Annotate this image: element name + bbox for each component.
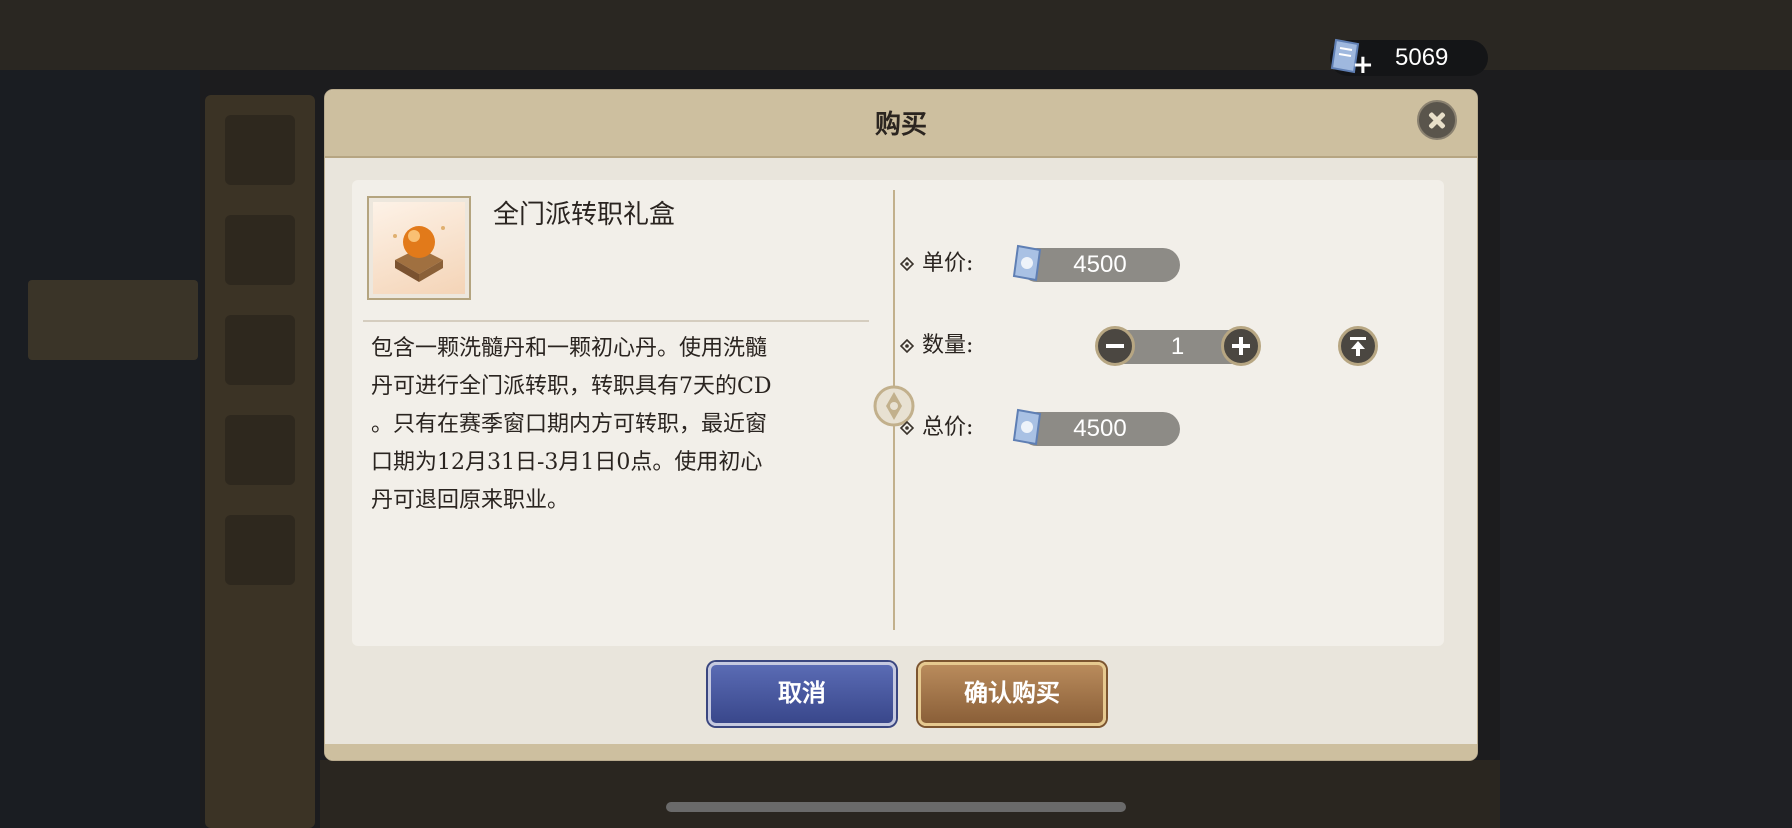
ticket-icon bbox=[1010, 242, 1046, 288]
background-item-column bbox=[205, 95, 315, 828]
increase-quantity-button[interactable] bbox=[1221, 326, 1261, 366]
background-selected-tab bbox=[28, 280, 198, 360]
item-divider bbox=[363, 320, 869, 322]
max-arrow-icon bbox=[1350, 337, 1366, 356]
max-quantity-button[interactable] bbox=[1338, 326, 1378, 366]
total-price-label: 总价: bbox=[899, 408, 974, 448]
total-price-field: 4500 bbox=[1012, 408, 1180, 446]
background-bottom-bar bbox=[320, 760, 1500, 828]
add-currency-icon[interactable]: + bbox=[1352, 52, 1374, 78]
purchase-dialog: 购买 全门派转职礼盒 包含一颗洗髓丹和一颗初心丹。使用洗髓 丹可进行全门派转职，… bbox=[325, 90, 1477, 760]
unit-price-field: 4500 bbox=[1012, 244, 1180, 282]
ticket-icon bbox=[1010, 406, 1046, 452]
total-price-row: 总价: 4500 bbox=[325, 408, 1477, 448]
unit-price-label: 单价: bbox=[899, 244, 974, 284]
close-icon[interactable] bbox=[1417, 100, 1457, 140]
cancel-button[interactable]: 取消 bbox=[708, 662, 896, 726]
background-item-slot bbox=[225, 415, 295, 485]
currency-display[interactable]: + 5069 bbox=[1330, 38, 1488, 78]
quantity-label: 数量: bbox=[899, 326, 974, 366]
quantity-row: 数量: 1 bbox=[325, 326, 1477, 366]
diamond-bullet-icon bbox=[899, 420, 915, 436]
background-right-panel bbox=[1500, 160, 1792, 828]
home-indicator[interactable] bbox=[666, 802, 1126, 812]
description-line: 口期为12月31日-3月1日0点。使用初心 bbox=[371, 450, 763, 475]
background-item-slot bbox=[225, 215, 295, 285]
background-left-panel bbox=[0, 70, 200, 828]
diamond-bullet-icon bbox=[899, 256, 915, 272]
description-line: 丹可退回原来职业。 bbox=[371, 488, 570, 513]
dialog-header: 购买 bbox=[325, 90, 1477, 158]
unit-price-label-text: 单价: bbox=[922, 251, 974, 276]
background-item-slot bbox=[225, 315, 295, 385]
unit-price-row: 单价: 4500 bbox=[325, 244, 1477, 284]
minus-icon bbox=[1106, 344, 1124, 348]
background-item-slot bbox=[225, 515, 295, 585]
item-name: 全门派转职礼盒 bbox=[493, 200, 676, 230]
diamond-bullet-icon bbox=[899, 338, 915, 354]
currency-amount: 5069 bbox=[1395, 44, 1449, 71]
confirm-purchase-button[interactable]: 确认购买 bbox=[918, 662, 1106, 726]
background-top-bar bbox=[0, 0, 1792, 70]
quantity-label-text: 数量: bbox=[922, 333, 974, 358]
description-line: 丹可进行全门派转职，转职具有7天的CD bbox=[371, 374, 772, 399]
background-item-slot bbox=[225, 115, 295, 185]
plus-icon bbox=[1232, 337, 1250, 355]
dialog-title: 购买 bbox=[874, 110, 927, 140]
total-price-label-text: 总价: bbox=[922, 415, 974, 440]
dialog-footer-strip bbox=[325, 744, 1477, 760]
decrease-quantity-button[interactable] bbox=[1095, 326, 1135, 366]
